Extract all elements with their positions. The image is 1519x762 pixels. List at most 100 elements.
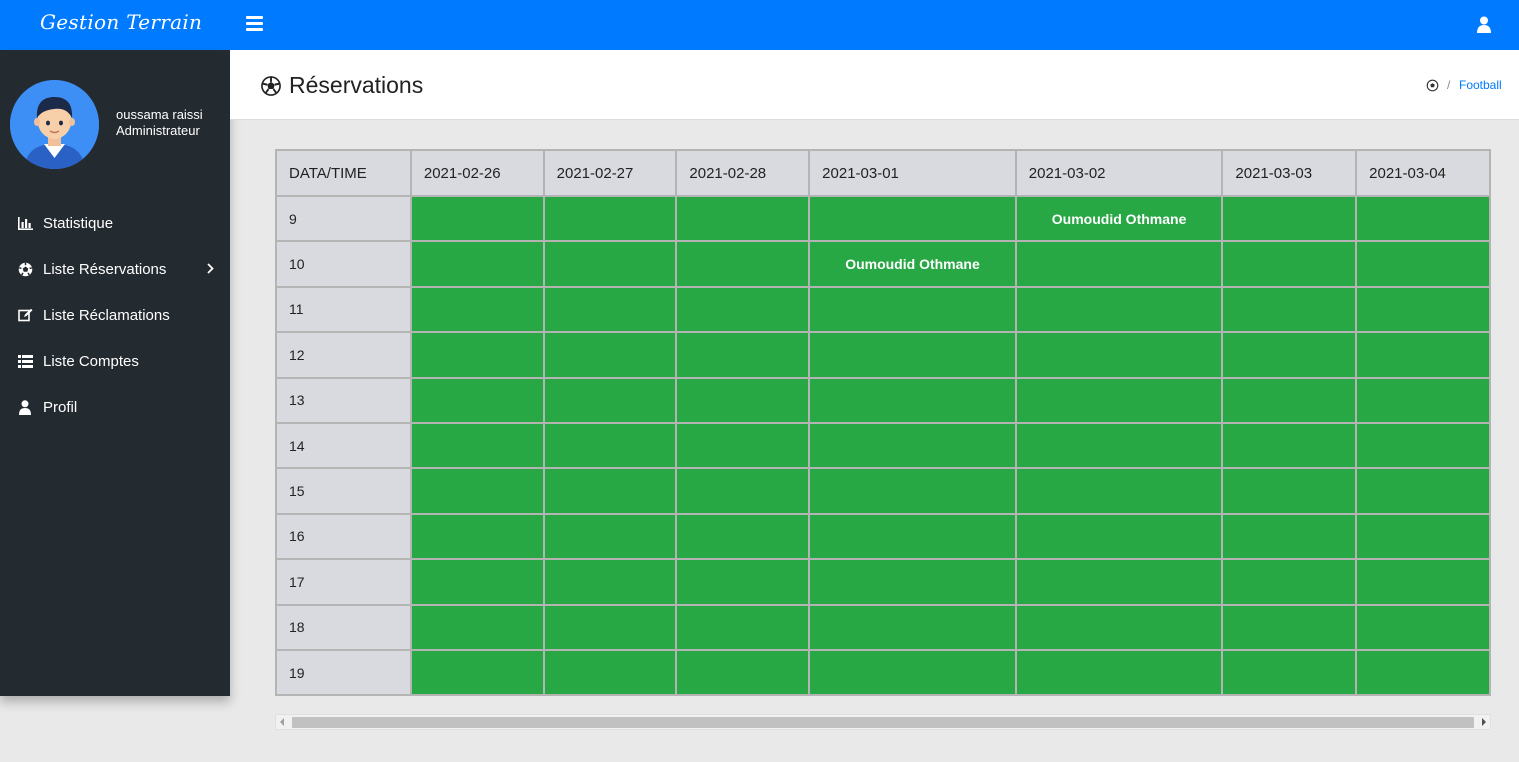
time-slot[interactable] xyxy=(675,421,811,470)
time-slot[interactable] xyxy=(542,285,678,334)
time-slot[interactable] xyxy=(1014,648,1224,697)
time-slot[interactable] xyxy=(675,648,811,697)
time-slot[interactable] xyxy=(1355,467,1491,515)
time-slot[interactable] xyxy=(409,558,545,606)
time-slot[interactable] xyxy=(1221,194,1358,243)
time-slot[interactable] xyxy=(675,194,811,243)
time-slot[interactable] xyxy=(1014,603,1224,651)
reservation-slot[interactable]: Oumoudid Othmane xyxy=(1014,194,1224,243)
content-header: Réservations / Football xyxy=(230,50,1519,120)
time-slot[interactable] xyxy=(1221,285,1358,334)
time-slot[interactable] xyxy=(1355,512,1491,561)
sidebar-item-profil[interactable]: Profil xyxy=(0,384,230,430)
sidebar-item-liste-comptes[interactable]: Liste Comptes xyxy=(0,338,230,384)
time-slot[interactable] xyxy=(675,285,811,334)
time-slot[interactable] xyxy=(1221,512,1358,561)
time-slot[interactable] xyxy=(1014,512,1224,561)
time-slot[interactable] xyxy=(409,376,545,424)
sidebar-item-liste-reservations[interactable]: Liste Réservations xyxy=(0,246,230,292)
time-slot[interactable] xyxy=(409,603,545,651)
time-slot[interactable] xyxy=(1221,648,1358,697)
time-slot[interactable] xyxy=(808,648,1017,697)
time-slot[interactable] xyxy=(1221,467,1358,515)
time-slot[interactable] xyxy=(808,603,1017,651)
time-slot[interactable] xyxy=(1014,467,1224,515)
time-slot[interactable] xyxy=(1221,331,1358,379)
breadcrumb-football-link[interactable]: Football xyxy=(1459,78,1502,92)
time-slot[interactable] xyxy=(1355,240,1491,288)
sidebar-item-statistique[interactable]: Statistique xyxy=(0,200,230,246)
time-slot[interactable] xyxy=(409,512,545,561)
list-icon xyxy=(17,353,33,369)
time-slot[interactable] xyxy=(808,512,1017,561)
time-slot[interactable] xyxy=(675,240,811,288)
horizontal-scrollbar[interactable] xyxy=(275,714,1491,730)
time-slot[interactable] xyxy=(808,331,1017,379)
time-slot[interactable] xyxy=(409,331,545,379)
table-row: 19 xyxy=(275,648,1491,697)
soccer-ball-icon[interactable] xyxy=(1426,79,1439,92)
time-slot[interactable] xyxy=(1014,558,1224,606)
time-slot[interactable] xyxy=(542,376,678,424)
time-slot[interactable] xyxy=(542,558,678,606)
time-slot[interactable] xyxy=(1014,285,1224,334)
time-slot[interactable] xyxy=(1355,285,1491,334)
time-slot[interactable] xyxy=(1014,421,1224,470)
time-slot[interactable] xyxy=(542,603,678,651)
time-slot[interactable] xyxy=(1355,558,1491,606)
time-slot[interactable] xyxy=(675,467,811,515)
time-slot[interactable] xyxy=(542,512,678,561)
sidebar-item-label: Liste Réservations xyxy=(43,260,167,278)
time-slot[interactable] xyxy=(1355,331,1491,379)
user-menu-icon[interactable] xyxy=(1474,14,1494,36)
sidebar-item-label: Liste Réclamations xyxy=(43,306,170,324)
time-slot[interactable] xyxy=(675,603,811,651)
time-slot[interactable] xyxy=(542,194,678,243)
time-slot[interactable] xyxy=(409,285,545,334)
sidebar-item-liste-reclamations[interactable]: Liste Réclamations xyxy=(0,292,230,338)
table-row: 16 xyxy=(275,512,1491,561)
time-slot[interactable] xyxy=(542,421,678,470)
corner-header: DATA/TIME xyxy=(275,149,412,197)
time-slot[interactable] xyxy=(542,331,678,379)
time-slot[interactable] xyxy=(542,467,678,515)
time-slot[interactable] xyxy=(542,648,678,697)
scroll-right-icon[interactable] xyxy=(1482,718,1486,726)
scroll-left-icon[interactable] xyxy=(280,718,284,726)
time-slot[interactable] xyxy=(1355,376,1491,424)
time-slot[interactable] xyxy=(808,467,1017,515)
time-slot[interactable] xyxy=(1355,648,1491,697)
time-slot[interactable] xyxy=(808,376,1017,424)
time-slot[interactable] xyxy=(409,194,545,243)
time-slot[interactable] xyxy=(808,421,1017,470)
time-slot[interactable] xyxy=(675,512,811,561)
time-slot[interactable] xyxy=(409,240,545,288)
time-slot[interactable] xyxy=(1014,240,1224,288)
scrollbar-thumb[interactable] xyxy=(292,717,1474,728)
time-slot[interactable] xyxy=(1355,194,1491,243)
brand-logo[interactable]: Gestion Terrain xyxy=(40,10,202,34)
time-slot[interactable] xyxy=(409,467,545,515)
time-slot[interactable] xyxy=(675,331,811,379)
time-slot[interactable] xyxy=(808,194,1017,243)
time-slot[interactable] xyxy=(1221,240,1358,288)
time-slot[interactable] xyxy=(808,558,1017,606)
time-slot[interactable] xyxy=(409,648,545,697)
time-slot[interactable] xyxy=(1221,376,1358,424)
time-slot[interactable] xyxy=(409,421,545,470)
time-slot[interactable] xyxy=(1221,603,1358,651)
time-slot[interactable] xyxy=(675,558,811,606)
menu-toggle-icon[interactable] xyxy=(246,16,263,31)
chevron-right-icon xyxy=(207,261,214,277)
time-slot[interactable] xyxy=(675,376,811,424)
reservation-slot[interactable]: Oumoudid Othmane xyxy=(808,240,1017,288)
time-slot[interactable] xyxy=(1221,558,1358,606)
time-slot[interactable] xyxy=(1355,421,1491,470)
time-slot[interactable] xyxy=(1014,376,1224,424)
table-row: 15 xyxy=(275,467,1491,515)
time-slot[interactable] xyxy=(542,240,678,288)
time-slot[interactable] xyxy=(1221,421,1358,470)
time-slot[interactable] xyxy=(1014,331,1224,379)
time-slot[interactable] xyxy=(808,285,1017,334)
time-slot[interactable] xyxy=(1355,603,1491,651)
